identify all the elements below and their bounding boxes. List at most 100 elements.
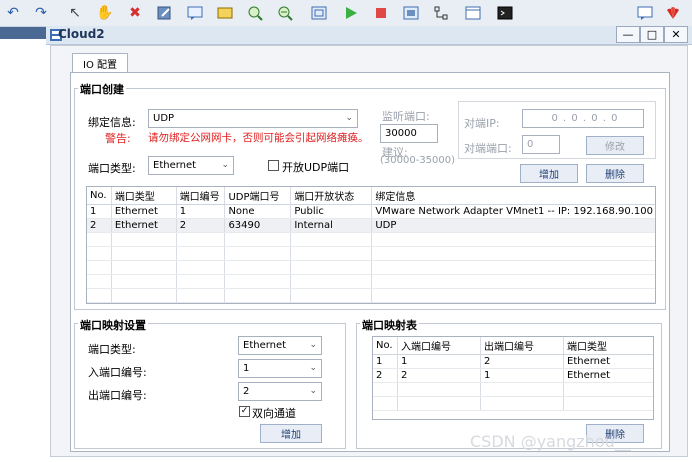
text-note-icon[interactable] bbox=[186, 4, 204, 22]
map-port-type-value: Ethernet bbox=[243, 340, 287, 351]
chevron-down-icon: ⌄ bbox=[309, 363, 317, 373]
in-port-select[interactable]: 1 ⌄ bbox=[238, 359, 322, 378]
capture-icon[interactable] bbox=[402, 4, 420, 22]
port-create-title: 端口创建 bbox=[78, 81, 126, 97]
empty-row bbox=[373, 382, 653, 397]
col-header: 入端口编号 bbox=[397, 337, 481, 355]
cell: UDP bbox=[371, 218, 655, 233]
window-panel-icon[interactable] bbox=[464, 4, 482, 22]
edit-icon[interactable] bbox=[156, 4, 174, 22]
empty-row bbox=[87, 246, 655, 261]
listen-port-input[interactable]: 30000 bbox=[380, 124, 438, 143]
out-port-label: 出端口编号: bbox=[88, 389, 147, 402]
in-port-value: 1 bbox=[243, 363, 250, 374]
cell: 63490 bbox=[224, 218, 292, 233]
col-header: 端口编号 bbox=[176, 187, 226, 205]
col-header: 出端口编号 bbox=[480, 337, 564, 355]
warning-label: 警告: bbox=[105, 132, 131, 145]
col-header: UDP端口号 bbox=[224, 187, 292, 205]
undo-icon[interactable]: ↶ bbox=[4, 4, 22, 22]
cell: 2 bbox=[480, 354, 564, 369]
listen-port-label: 监听端口: bbox=[382, 110, 430, 123]
zoom-out-icon[interactable] bbox=[276, 4, 294, 22]
peer-ip-input[interactable]: 0 . 0 . 0 . 0 bbox=[522, 109, 644, 128]
bind-info-value: UDP bbox=[153, 113, 175, 124]
rectangle-icon[interactable] bbox=[216, 4, 234, 22]
port-table: No. 端口类型 端口编号 UDP端口号 端口开放状态 绑定信息 1 Ether… bbox=[86, 186, 656, 304]
chevron-down-icon: ⌄ bbox=[309, 340, 317, 350]
window-title: Cloud2 bbox=[58, 27, 105, 41]
cell: 1 bbox=[373, 354, 398, 369]
maximize-button[interactable]: □ bbox=[640, 26, 664, 43]
main-toolbar: ↶ ↷ ↖ ✋ ✖ bbox=[0, 0, 692, 27]
tab-io-config[interactable]: IO 配置 bbox=[72, 53, 128, 72]
col-header: 端口类型 bbox=[563, 337, 653, 355]
table-header-row: No. 端口类型 端口编号 UDP端口号 端口开放状态 绑定信息 bbox=[87, 187, 655, 205]
cell: 1 bbox=[87, 204, 112, 219]
hand-pan-icon[interactable]: ✋ bbox=[96, 4, 114, 22]
empty-row bbox=[87, 288, 655, 303]
col-header: 端口开放状态 bbox=[290, 187, 373, 205]
select-pointer-icon[interactable]: ↖ bbox=[66, 4, 84, 22]
cell: 1 bbox=[397, 354, 481, 369]
table-row[interactable]: 2 Ethernet 2 63490 Internal UDP bbox=[87, 218, 655, 233]
cell: 2 bbox=[373, 368, 398, 383]
window-titlebar bbox=[46, 26, 692, 45]
table-row[interactable]: 2 2 1 Ethernet bbox=[373, 368, 653, 383]
redo-icon[interactable]: ↷ bbox=[32, 4, 50, 22]
port-map-table-title: 端口映射表 bbox=[360, 317, 419, 333]
suggest-range: (30000-35000) bbox=[380, 155, 456, 166]
minimize-button[interactable]: — bbox=[616, 26, 640, 43]
open-udp-checkbox[interactable] bbox=[268, 160, 279, 171]
cell: 2 bbox=[397, 368, 481, 383]
stop-device-icon[interactable] bbox=[372, 4, 390, 22]
start-device-icon[interactable] bbox=[342, 4, 360, 22]
out-port-value: 2 bbox=[243, 386, 250, 397]
warning-text: 请勿绑定公网网卡，否则可能会引起网络瘫痪。 bbox=[148, 132, 369, 144]
cell: VMware Network Adapter VMnet1 -- IP: 192… bbox=[371, 204, 655, 219]
chevron-down-icon: ⌄ bbox=[309, 386, 317, 396]
empty-row bbox=[87, 274, 655, 289]
cell: 2 bbox=[87, 218, 112, 233]
modify-button[interactable]: 修改 bbox=[586, 136, 644, 155]
map-port-type-label: 端口类型: bbox=[88, 343, 136, 356]
add-port-button[interactable]: 增加 bbox=[520, 164, 578, 183]
bidirectional-checkbox[interactable]: ✓ bbox=[239, 406, 250, 417]
table-header-row: No. 入端口编号 出端口编号 端口类型 bbox=[373, 337, 653, 355]
col-header: 端口类型 bbox=[111, 187, 177, 205]
open-udp-label: 开放UDP端口 bbox=[282, 161, 350, 174]
chevron-down-icon: ⌄ bbox=[221, 160, 229, 170]
cell: 1 bbox=[480, 368, 564, 383]
empty-row bbox=[87, 232, 655, 247]
delete-port-button[interactable]: 删除 bbox=[586, 164, 644, 183]
peer-port-input[interactable]: 0 bbox=[522, 135, 560, 154]
chevron-down-icon: ⌄ bbox=[345, 113, 353, 123]
bind-info-label: 绑定信息: bbox=[88, 116, 136, 129]
table-row[interactable]: 1 1 2 Ethernet bbox=[373, 354, 653, 369]
left-panel-strip bbox=[0, 27, 46, 39]
cell: 1 bbox=[176, 204, 226, 219]
bind-info-select[interactable]: UDP ⌄ bbox=[148, 109, 358, 128]
huawei-logo-icon[interactable] bbox=[664, 4, 682, 22]
port-type-select[interactable]: Ethernet ⌄ bbox=[148, 156, 234, 175]
delete-icon[interactable]: ✖ bbox=[126, 4, 144, 22]
terminal-icon[interactable] bbox=[496, 4, 514, 22]
out-port-select[interactable]: 2 ⌄ bbox=[238, 382, 322, 401]
table-row[interactable]: 1 Ethernet 1 None Public VMware Network … bbox=[87, 204, 655, 219]
topology-icon[interactable] bbox=[432, 4, 450, 22]
in-port-label: 入端口编号: bbox=[88, 366, 147, 379]
port-map-settings-title: 端口映射设置 bbox=[78, 317, 148, 333]
bidirectional-label: 双向通道 bbox=[252, 407, 296, 420]
zoom-in-icon[interactable] bbox=[246, 4, 264, 22]
cell: 2 bbox=[176, 218, 226, 233]
fit-view-icon[interactable] bbox=[310, 4, 328, 22]
map-port-type-select[interactable]: Ethernet ⌄ bbox=[238, 336, 322, 355]
chat-feedback-icon[interactable] bbox=[636, 4, 654, 22]
close-button[interactable]: ✕ bbox=[664, 26, 688, 43]
watermark: CSDN @yangzhou__ bbox=[470, 432, 631, 451]
col-header: No. bbox=[87, 187, 112, 205]
empty-row bbox=[87, 260, 655, 275]
add-mapping-button[interactable]: 增加 bbox=[260, 424, 322, 443]
cell: None bbox=[224, 204, 292, 219]
col-header: 绑定信息 bbox=[371, 187, 655, 205]
